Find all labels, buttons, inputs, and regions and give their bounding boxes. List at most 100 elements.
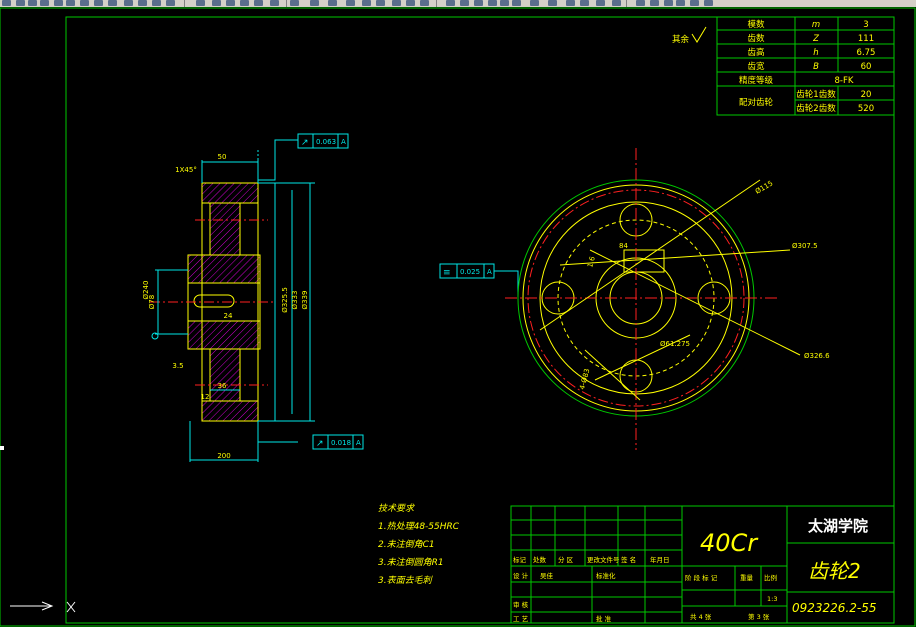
- toolbar-button[interactable]: [226, 0, 235, 6]
- dim-hub-step: 12: [201, 393, 210, 401]
- tb-scale: 1:3: [767, 595, 777, 603]
- param-label-0: 模数: [747, 19, 765, 30]
- dim-hub-width: 36: [218, 382, 227, 390]
- tb-row-label-3: 更改文件号: [587, 555, 620, 564]
- toolbar-button[interactable]: [376, 0, 385, 6]
- tb-approve-label: 批 准: [596, 614, 612, 623]
- tolerance-2-symbol: ↗: [316, 439, 324, 449]
- toolbar-button[interactable]: [254, 0, 263, 6]
- toolbar-button[interactable]: [676, 0, 685, 6]
- toolbar-button[interactable]: [66, 0, 75, 6]
- toolbar-button[interactable]: [392, 0, 401, 6]
- dim-key-width: 84: [619, 242, 628, 250]
- toolbar-button[interactable]: [650, 0, 659, 6]
- roughness-symbol-icon: [691, 26, 707, 43]
- toolbar-button[interactable]: [690, 0, 699, 6]
- tb-design-label: 设 计: [513, 571, 529, 580]
- param-sub-value-0: 20: [861, 90, 872, 100]
- toolbar-button[interactable]: [548, 0, 557, 6]
- tb-row-label-5: 年月日: [650, 555, 670, 564]
- toolbar-button[interactable]: [2, 0, 11, 6]
- dim-dia-326: Ø326.6: [804, 352, 830, 360]
- tolerance-1-datum: A: [341, 138, 346, 146]
- tb-row-label-0: 标记: [513, 555, 527, 564]
- toolbar-button[interactable]: [138, 0, 147, 6]
- toolbar-button[interactable]: [328, 0, 337, 6]
- toolbar-button[interactable]: [310, 0, 319, 6]
- tolerance-1-value: 0.063: [316, 138, 336, 146]
- toolbar-button[interactable]: [108, 0, 117, 6]
- tb-designer: 吴佳: [540, 571, 554, 580]
- toolbar-button[interactable]: [596, 0, 605, 6]
- tb-row-label-2: 分 区: [558, 555, 574, 564]
- toolbar-button[interactable]: [566, 0, 575, 6]
- toolbar-button[interactable]: [290, 0, 299, 6]
- toolbar-button[interactable]: [612, 0, 621, 6]
- tolerance-3-datum: A: [487, 268, 492, 276]
- dim-dia-mid: Ø325.5: [281, 287, 289, 313]
- toolbar-separator: [286, 0, 287, 7]
- toolbar-button[interactable]: [240, 0, 249, 6]
- tb-stage-label-2: 比例: [764, 573, 777, 582]
- tolerance-3-value: 0.025: [460, 268, 480, 276]
- param-sub-value-1: 520: [858, 104, 874, 114]
- tech-req-item-4: 3.表面去毛刺: [378, 575, 434, 586]
- toolbar-button[interactable]: [362, 0, 371, 6]
- toolbar-button[interactable]: [166, 0, 175, 6]
- toolbar-button[interactable]: [212, 0, 221, 6]
- tech-req-item-3: 3.未注倒圆角R1: [378, 557, 444, 568]
- toolbar-button[interactable]: [28, 0, 37, 6]
- dim-angle-note: 4-Ø83: [578, 368, 591, 391]
- param-value-0: 3: [863, 20, 868, 30]
- toolbar-button[interactable]: [94, 0, 103, 6]
- tolerance-frame-2: ↗ 0.018 A: [312, 434, 364, 450]
- toolbar-button[interactable]: [636, 0, 645, 6]
- tolerance-2-datum: A: [356, 439, 361, 447]
- dim-dia-307: Ø307.5: [792, 242, 818, 250]
- toolbar-button[interactable]: [420, 0, 429, 6]
- dim-dia-root: Ø333: [291, 291, 299, 310]
- toolbar-button[interactable]: [270, 0, 279, 6]
- param-label-4: 精度等级: [739, 75, 774, 86]
- toolbar-button[interactable]: [460, 0, 469, 6]
- toolbar-button[interactable]: [196, 0, 205, 6]
- tolerance-1-symbol: ↗: [301, 138, 309, 148]
- toolbar-button[interactable]: [580, 0, 589, 6]
- dim-dia-outer: Ø339: [301, 291, 309, 310]
- toolbar-button[interactable]: [54, 0, 63, 6]
- toolbar-button[interactable]: [124, 0, 133, 6]
- tech-req-item-1: 1.热处理48-55HRC: [378, 521, 460, 532]
- param-value-2: 6.75: [857, 48, 876, 58]
- toolbar-button[interactable]: [704, 0, 713, 6]
- param-label-1: 齿数: [747, 33, 765, 44]
- toolbar-button[interactable]: [530, 0, 539, 6]
- toolbar-button[interactable]: [474, 0, 483, 6]
- tech-requirements: 技术要求 1.热处理48-55HRC 2.未注倒角C1 3.未注倒圆角R1 3.…: [378, 503, 460, 586]
- toolbar-button[interactable]: [40, 0, 49, 6]
- side-section-view: 50 200 36 12 24 1X45° 3.5 Ø325.5 Ø333 Ø3…: [142, 139, 315, 462]
- toolbar-separator: [184, 0, 185, 7]
- tb-process-label: 工 艺: [513, 615, 529, 623]
- toolbar-button[interactable]: [346, 0, 355, 6]
- toolbar-button[interactable]: [446, 0, 455, 6]
- tech-req-title: 技术要求: [378, 503, 415, 514]
- toolbar-button[interactable]: [406, 0, 415, 6]
- toolbar-button[interactable]: [80, 0, 89, 6]
- tolerance-frame-1: ↗ 0.063 A: [297, 133, 349, 149]
- toolbar-button[interactable]: [488, 0, 497, 6]
- tb-part-name: 齿轮2: [808, 559, 861, 583]
- toolbar-button[interactable]: [512, 0, 521, 6]
- tb-review-label: 审 核: [513, 600, 529, 609]
- toolbar-button[interactable]: [16, 0, 25, 6]
- param-sub-label-0: 齿轮1齿数: [796, 89, 836, 100]
- param-sub-label-1: 齿轮2齿数: [796, 103, 836, 114]
- toolbar-button[interactable]: [500, 0, 509, 6]
- tb-row-label-4: 签 名: [621, 555, 636, 564]
- left-marker: [0, 446, 4, 450]
- front-view: Ø115 Ø307.5 Ø326.6 Ø61.275 84 4-Ø83 1.6: [505, 148, 830, 450]
- dim-side-small: Ø240: [142, 281, 150, 300]
- toolbar-button[interactable]: [664, 0, 673, 6]
- toolbar-button[interactable]: [152, 0, 161, 6]
- cad-drawing-canvas: 模数 m 3 齿数 Z 111 齿高 h 6.75 齿宽 B 60 精度等级 8…: [0, 7, 916, 627]
- tb-row-label-1: 处数: [533, 555, 547, 564]
